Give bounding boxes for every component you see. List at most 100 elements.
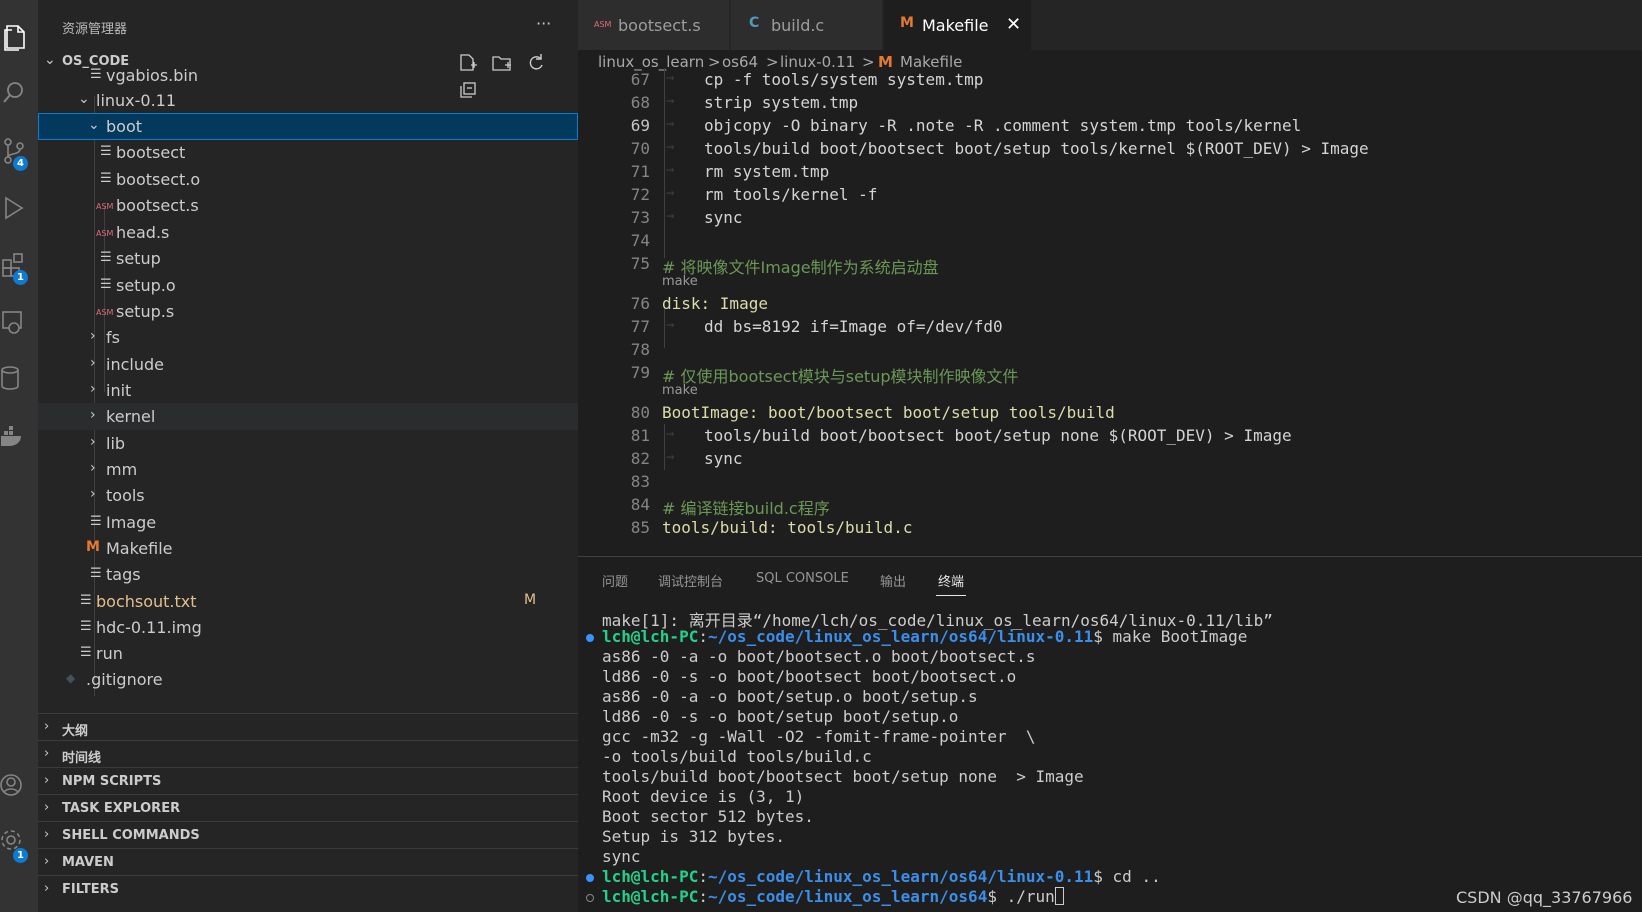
tree-item-image[interactable]: ☰ Image [38,509,578,536]
terminal-line: ld86 -0 -s -o boot/setup boot/setup.o [602,707,959,726]
search-icon[interactable] [0,70,38,110]
file-lines-icon: ☰ [90,566,102,581]
panel-tab-terminal[interactable]: 终端 [938,571,964,590]
tree-item-linux-0.11[interactable]: ⌄ linux-0.11 [38,87,578,114]
code-line-comment: 79 # 仅使用bootsect模块与setup模块制作映像文件 [630,363,1019,386]
more-actions-icon[interactable]: ··· [536,14,551,33]
tree-item-setup[interactable]: ☰ setup [38,245,578,272]
database-icon[interactable] [0,356,38,396]
terminal-line: ld86 -0 -s -o boot/bootsect boot/bootsec… [602,667,1017,686]
panel-tab-debug-console[interactable]: 调试控制台 [658,571,723,590]
tree-item-head-s[interactable]: ASM head.s [38,219,578,246]
explorer-sidebar: 资源管理器 ··· ⌄ OS_CODE ☰ vgabios.bin ⌄ linu… [38,0,578,912]
chevron-right-icon: › [44,719,50,734]
asm-file-icon: ASM [96,308,114,317]
code-line-current: 69 → objcopy -O binary -R .note -R .commen… [630,116,1302,135]
editor-area: ASM bootsect.s C build.c M Makefile ✕ li… [578,0,1642,912]
asm-file-icon: ASM [96,229,114,238]
panel-tab-sql-console[interactable]: SQL CONSOLE [756,571,849,586]
tree-item-vgabios[interactable]: ☰ vgabios.bin [38,68,578,89]
chevron-right-icon: › [90,486,96,502]
objcopy-line: objcopy -O binary -R .note -R .comment s… [704,116,1302,135]
terminal-line: Setup is 312 bytes. [602,827,786,846]
file-lines-icon: ☰ [80,593,92,608]
code-line: 82 → sync [630,449,743,468]
makefile-icon: M [86,539,100,555]
chevron-down-icon: ⌄ [88,117,100,133]
terminal-prompt: lch@lch-PC:~/os_code/linux_os_learn/os64… [586,867,1161,887]
active-tab-indicator [936,595,966,596]
command-success-dot [586,874,594,882]
tree-item-tools[interactable]: › tools [38,482,578,509]
tree-item-gitignore[interactable]: ◆ .gitignore [38,666,578,693]
remote-explorer-icon[interactable] [0,300,38,340]
explorer-icon[interactable] [0,14,38,54]
section-task-explorer[interactable]: › TASK EXPLORER [38,794,578,821]
section-outline[interactable]: › 大纲 [38,713,578,740]
code-line: 77 → dd bs=8192 if=Image of=/dev/fd0 [630,317,1003,336]
tree-item-bootsect-o[interactable]: ☰ bootsect.o [38,166,578,193]
git-diamond-icon: ◆ [66,671,76,685]
panel-tab-problems[interactable]: 问题 [602,571,628,590]
code-line: 81 → tools/build boot/bootsect boot/setup … [630,426,1292,445]
panel-tab-output[interactable]: 输出 [880,571,906,590]
codelens-make[interactable]: make [662,383,698,398]
section-filters[interactable]: › FILTERS [38,875,578,902]
settings-badge: 1 [13,848,28,863]
chevron-right-icon: › [44,773,50,788]
tree-item-setup-o[interactable]: ☰ setup.o [38,272,578,299]
tree-item-bochsout[interactable]: ☰ bochsout.txt M [38,588,578,615]
tree-item-init[interactable]: › init [38,377,578,404]
file-tree: ☰ vgabios.bin ⌄ linux-0.11 ⌄ boot ☰ boot… [38,68,578,718]
tree-item-tags[interactable]: ☰ tags [38,561,578,588]
tree-item-hdc-img[interactable]: ☰ hdc-0.11.img [38,614,578,641]
code-line-target: 80 BootImage: boot/bootsect boot/setup to… [630,403,1115,422]
command-success-dot [586,634,594,642]
activity-bar: 4 1 1 [0,0,38,912]
tab-bootsect-s[interactable]: ASM bootsect.s [578,0,730,50]
tree-item-fs[interactable]: › fs [38,324,578,351]
close-icon[interactable]: ✕ [1006,14,1021,35]
code-line-comment: 84 # 编译链接build.c程序 [630,495,830,518]
terminal-line: tools/build boot/bootsect boot/setup non… [602,767,1084,786]
terminal-line: as86 -0 -a -o boot/bootsect.o boot/boots… [602,647,1036,666]
c-file-icon: C [749,15,760,31]
section-npm-scripts[interactable]: › NPM SCRIPTS [38,767,578,794]
section-maven[interactable]: › MAVEN [38,848,578,875]
tree-item-makefile[interactable]: M Makefile [38,535,578,562]
extensions-icon[interactable]: 1 [0,242,38,285]
file-lines-icon: ☰ [100,171,112,186]
tree-item-lib[interactable]: › lib [38,430,578,457]
account-icon[interactable] [0,764,38,804]
code-editor[interactable]: 67 → cp -f tools/system system.tmp 68 → stri… [578,68,1642,556]
modified-badge: M [524,592,537,608]
command-running-dot [586,894,594,902]
tree-item-bootsect-s[interactable]: ASM bootsect.s [38,192,578,219]
codelens-make[interactable]: make [662,274,698,289]
tree-item-setup-s[interactable]: ASM setup.s [38,298,578,325]
docker-icon[interactable] [0,414,38,454]
tab-build-c[interactable]: C build.c [731,0,883,50]
section-shell-commands[interactable]: › SHELL COMMANDS [38,821,578,848]
section-timeline[interactable]: › 时间线 [38,740,578,767]
chevron-right-icon: › [90,434,96,450]
run-debug-icon[interactable] [0,186,38,226]
terminal-prompt: lch@lch-PC:~/os_code/linux_os_learn/os64… [586,627,1247,647]
tree-item-bootsect[interactable]: ☰ bootsect [38,139,578,166]
chevron-right-icon: › [90,381,96,397]
tree-item-include[interactable]: › include [38,351,578,378]
source-control-icon[interactable]: 4 [0,128,38,171]
tree-item-run[interactable]: ☰ run [38,640,578,667]
code-line-target: 85 tools/build: tools/build.c [630,518,913,537]
tab-makefile[interactable]: M Makefile ✕ [884,0,1032,50]
code-line: 67 → cp -f tools/system system.tmp [630,70,984,89]
file-lines-icon: ☰ [100,144,112,159]
file-lines-icon: ☰ [100,277,112,292]
settings-gear-icon[interactable]: 1 [0,820,38,863]
tree-item-kernel[interactable]: › kernel [38,403,578,430]
tree-item-boot[interactable]: ⌄ boot [38,113,578,140]
tree-item-mm[interactable]: › mm [38,456,578,483]
code-line: 68 → strip system.tmp [630,93,859,112]
chevron-down-icon: ⌄ [44,52,56,68]
chevron-right-icon: › [90,328,96,344]
